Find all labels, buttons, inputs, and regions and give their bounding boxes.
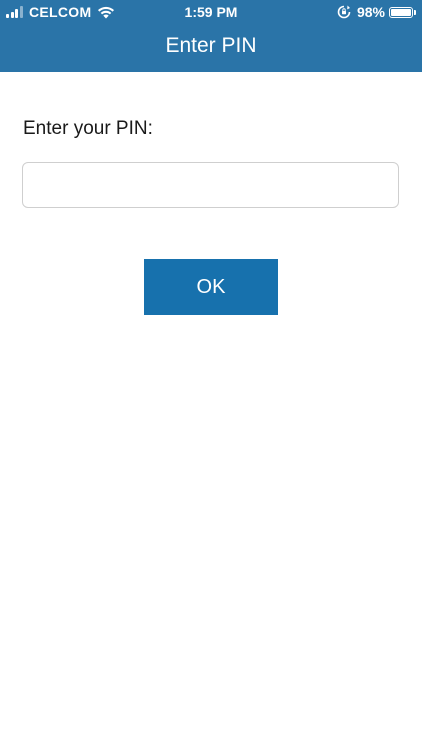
- pin-input[interactable]: [22, 162, 399, 208]
- rotation-lock-icon: [337, 5, 351, 19]
- header: CELCOM 1:59 PM 98% Enter PIN: [0, 0, 422, 72]
- battery-percent: 98%: [356, 4, 385, 20]
- battery-tip: [414, 9, 416, 15]
- ok-button[interactable]: OK: [144, 259, 278, 315]
- status-bar: CELCOM 1:59 PM 98%: [0, 0, 422, 24]
- battery-fill: [391, 8, 411, 16]
- pin-screen: CELCOM 1:59 PM 98% Enter PIN Enter your …: [0, 0, 422, 750]
- status-right: 98%: [337, 4, 416, 20]
- page-title: Enter PIN: [165, 34, 257, 57]
- battery-icon: [389, 6, 413, 18]
- pin-label: Enter your PIN:: [23, 118, 153, 139]
